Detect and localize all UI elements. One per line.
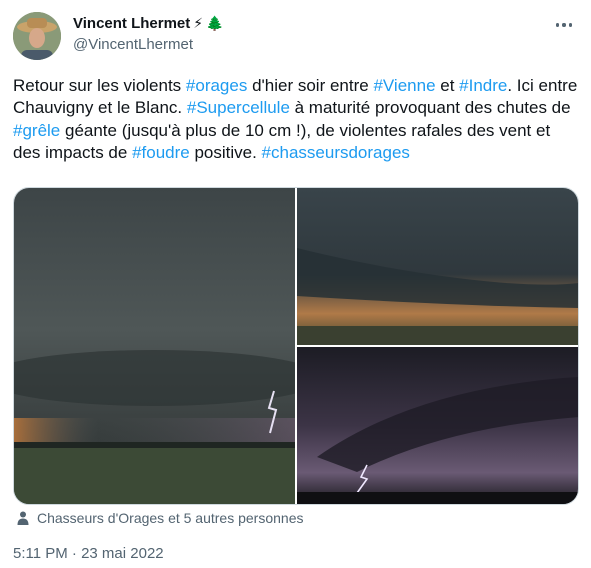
media-grid: [13, 187, 579, 505]
author-handle[interactable]: @VincentLhermet: [73, 36, 224, 53]
tweet-text-segment: Retour sur les violents: [13, 76, 186, 95]
hashtag-link[interactable]: #orages: [186, 76, 247, 95]
avatar[interactable]: [13, 12, 61, 60]
lightning-emoji: ⚡: [193, 15, 204, 31]
storm-photo-2[interactable]: [297, 188, 578, 345]
hashtag-link[interactable]: #grêle: [13, 121, 60, 140]
hashtag-link[interactable]: #Vienne: [373, 76, 435, 95]
storm-photo-1[interactable]: [14, 188, 295, 504]
tweet-text-segment: et: [435, 76, 460, 95]
tweet-timestamp[interactable]: 5:11 PM · 23 mai 2022: [13, 545, 164, 562]
more-horizontal-icon[interactable]: [549, 12, 579, 38]
tweet-text-segment: d'hier soir entre: [247, 76, 374, 95]
hashtag-link[interactable]: #foudre: [132, 143, 190, 162]
author-header: Vincent Lhermet ⚡ 🌲 @VincentLhermet: [73, 13, 224, 54]
author-name[interactable]: Vincent Lhermet: [73, 15, 190, 32]
tweet-text-segment: positive.: [189, 143, 262, 163]
hashtag-link[interactable]: #Indre: [459, 76, 507, 95]
storm-photo-3[interactable]: [297, 347, 578, 504]
hashtag-link[interactable]: #chasseursdorages: [262, 143, 410, 162]
tweet: Vincent Lhermet ⚡ 🌲 @VincentLhermet Reto…: [0, 0, 591, 568]
hashtag-link[interactable]: #Supercellule: [187, 98, 290, 117]
tweet-text-segment: à maturité provoquant des chutes de: [289, 98, 571, 118]
person-icon: [17, 511, 29, 525]
tree-emoji: 🌲: [206, 15, 224, 31]
tagged-people-label: Chasseurs d'Orages et 5 autres personnes: [37, 510, 304, 526]
tagged-people[interactable]: Chasseurs d'Orages et 5 autres personnes: [15, 510, 304, 526]
tweet-text: Retour sur les violents #orages d'hier s…: [13, 75, 578, 165]
